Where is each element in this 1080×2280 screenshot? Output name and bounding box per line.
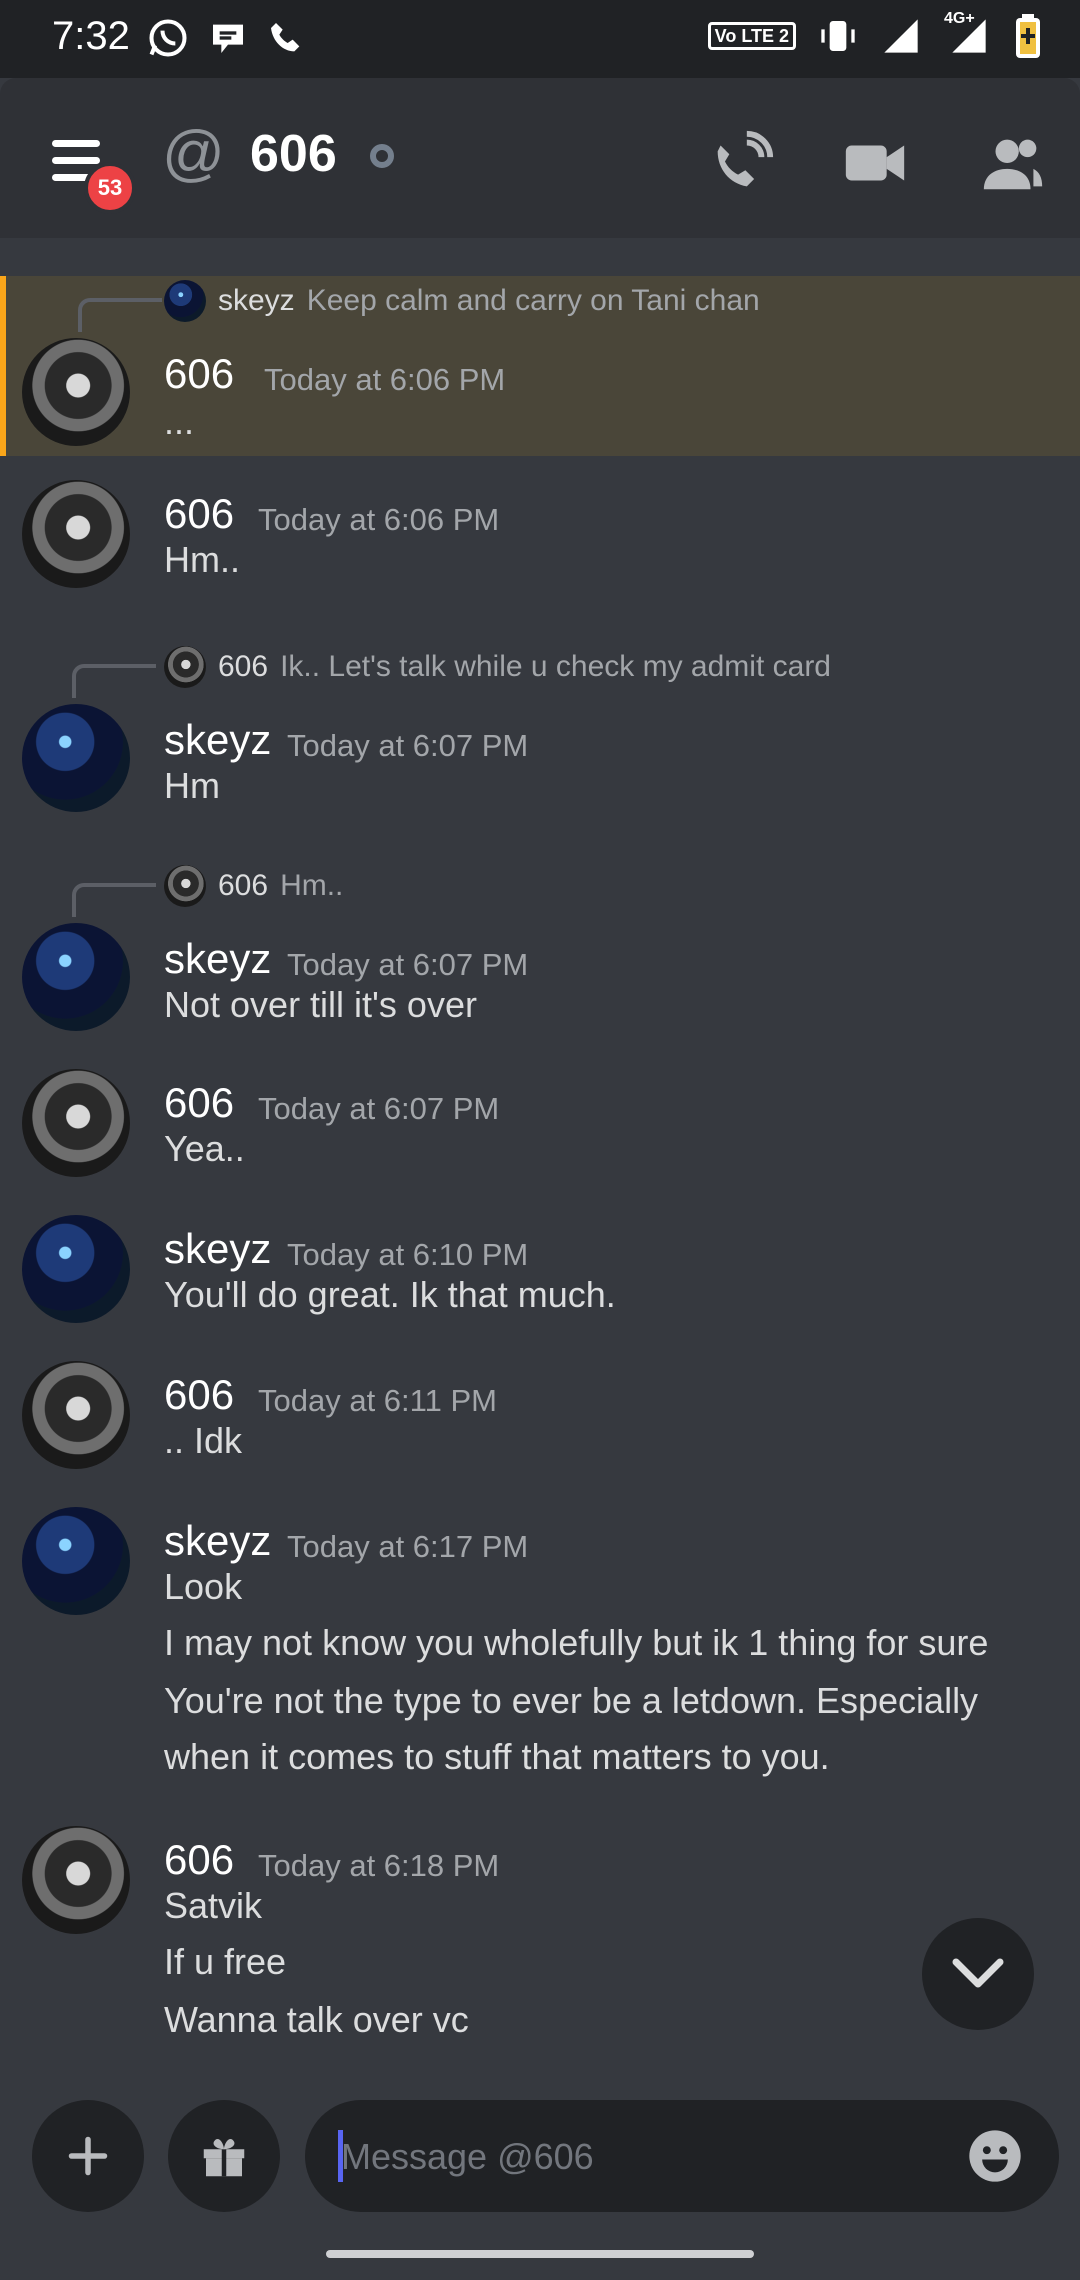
- reply-author: 606: [218, 650, 269, 683]
- chevron-down-icon: [952, 1958, 1004, 1988]
- reply-preview[interactable]: 606 Hm..: [164, 863, 343, 909]
- network-type: 4G+: [944, 10, 975, 27]
- avatar[interactable]: [22, 704, 130, 812]
- phone-icon: [271, 23, 300, 52]
- reply-author: 606: [218, 869, 269, 902]
- battery-icon: [1016, 14, 1040, 58]
- emoji-icon[interactable]: [967, 2128, 1023, 2184]
- avatar: [164, 865, 206, 907]
- avatar[interactable]: [22, 1069, 130, 1177]
- page-title: 606: [250, 125, 337, 183]
- notification-badge: 53: [84, 162, 136, 214]
- reply-text: Keep calm and carry on Tani chan: [306, 284, 760, 317]
- message-author[interactable]: skeyz: [164, 1517, 271, 1565]
- message-author[interactable]: skeyz: [164, 935, 271, 983]
- message-text: Yea..: [164, 1128, 245, 1169]
- reply-connector: [78, 298, 162, 332]
- message-author[interactable]: 606: [164, 1079, 234, 1127]
- voice-call-icon[interactable]: [706, 128, 776, 198]
- message-text: Wanna talk over vc: [164, 1999, 469, 2040]
- lte-indicator: Vo LTE 2: [707, 22, 796, 50]
- message-text: Not over till it's over: [164, 984, 477, 1025]
- whatsapp-icon: [149, 19, 187, 57]
- at-icon: @: [162, 119, 225, 188]
- message-input-container[interactable]: [305, 2100, 1059, 2212]
- message-text: Satvik: [164, 1885, 263, 1926]
- video-call-icon[interactable]: [840, 128, 910, 198]
- message-item[interactable]: skeyz Today at 6:10 PM You'll do great. …: [0, 1215, 1080, 1325]
- message-item[interactable]: 606 Today at 6:07 PM Yea..: [0, 1069, 1080, 1179]
- avatar[interactable]: [22, 1361, 130, 1469]
- message-text: Hm..: [164, 539, 240, 580]
- reply-author: skeyz: [218, 284, 295, 317]
- message-item[interactable]: 606 Today at 6:18 PM Satvik If u free Wa…: [0, 1826, 1080, 2046]
- plus-icon: [68, 2136, 108, 2176]
- message-text: .. Idk: [164, 1420, 243, 1461]
- message-timestamp: Today at 6:17 PM: [287, 1529, 529, 1564]
- reply-text: Hm..: [280, 869, 344, 902]
- message-author[interactable]: skeyz: [164, 716, 271, 764]
- message-text: when it comes to stuff that matters to y…: [164, 1736, 830, 1777]
- reply-connector: [72, 883, 156, 917]
- status-bar: 7:32 Vo LTE 2 4G+: [0, 0, 1080, 78]
- avatar: [164, 280, 206, 322]
- message-author[interactable]: 606: [164, 350, 234, 398]
- message-author[interactable]: 606: [164, 1371, 234, 1419]
- message-item[interactable]: 606 Today at 6:11 PM .. Idk: [0, 1361, 1080, 1471]
- message-text: If u free: [164, 1941, 287, 1982]
- message-timestamp: Today at 6:07 PM: [287, 728, 529, 763]
- offline-status-icon: [370, 144, 394, 168]
- avatar: [164, 646, 206, 688]
- scroll-down-button[interactable]: [922, 1918, 1034, 2030]
- gift-button[interactable]: [168, 2100, 280, 2212]
- message-timestamp: Today at 6:18 PM: [258, 1848, 500, 1883]
- message-timestamp: Today at 6:11 PM: [258, 1383, 497, 1418]
- message-item[interactable]: skeyz Keep calm and carry on Tani chan 6…: [0, 276, 1080, 456]
- message-item[interactable]: 606 Ik.. Let's talk while u check my adm…: [0, 640, 1080, 820]
- members-icon[interactable]: [978, 128, 1048, 198]
- message-text: ...: [164, 401, 195, 442]
- vibrate-icon: [821, 21, 855, 51]
- avatar[interactable]: [22, 1507, 130, 1615]
- add-attachment-button[interactable]: [32, 2100, 144, 2212]
- reply-preview[interactable]: skeyz Keep calm and carry on Tani chan: [164, 278, 760, 324]
- channel-header: 53 @ 606: [0, 78, 1080, 238]
- signal-4g-icon: 4G+: [944, 10, 992, 56]
- gift-icon: [203, 2139, 245, 2177]
- message-timestamp: Today at 6:06 PM: [264, 362, 506, 397]
- avatar[interactable]: [22, 338, 130, 446]
- status-system-icons: Vo LTE 2 4G+: [707, 10, 1042, 58]
- status-app-icons: [146, 16, 306, 60]
- reply-preview[interactable]: 606 Ik.. Let's talk while u check my adm…: [164, 644, 831, 690]
- message-author[interactable]: skeyz: [164, 1225, 271, 1273]
- message-author[interactable]: 606: [164, 490, 234, 538]
- message-timestamp: Today at 6:06 PM: [258, 502, 500, 537]
- message-item[interactable]: skeyz Today at 6:17 PM Look I may not kn…: [0, 1507, 1080, 1777]
- message-text: Look: [164, 1566, 243, 1607]
- reply-text: Ik.. Let's talk while u check my admit c…: [280, 650, 831, 683]
- avatar[interactable]: [22, 1826, 130, 1934]
- reply-connector: [72, 664, 156, 698]
- message-text: You're not the type to ever be a letdown…: [164, 1680, 979, 1721]
- message-icon: [213, 24, 243, 53]
- message-text: You'll do great. Ik that much.: [164, 1274, 616, 1315]
- message-item[interactable]: 606 Hm.. skeyz Today at 6:07 PM Not over…: [0, 859, 1080, 1039]
- avatar[interactable]: [22, 1215, 130, 1323]
- message-item[interactable]: 606 Today at 6:06 PM Hm..: [0, 480, 1080, 590]
- message-timestamp: Today at 6:07 PM: [258, 1091, 500, 1126]
- home-indicator[interactable]: [326, 2250, 754, 2258]
- signal-icon: [884, 19, 918, 53]
- message-input[interactable]: [339, 2128, 943, 2186]
- message-text: Hm: [164, 765, 220, 806]
- status-time: 7:32: [52, 14, 130, 58]
- message-text: I may not know you wholefully but ik 1 t…: [164, 1622, 989, 1663]
- avatar[interactable]: [22, 480, 130, 588]
- avatar[interactable]: [22, 923, 130, 1031]
- message-author[interactable]: 606: [164, 1836, 234, 1884]
